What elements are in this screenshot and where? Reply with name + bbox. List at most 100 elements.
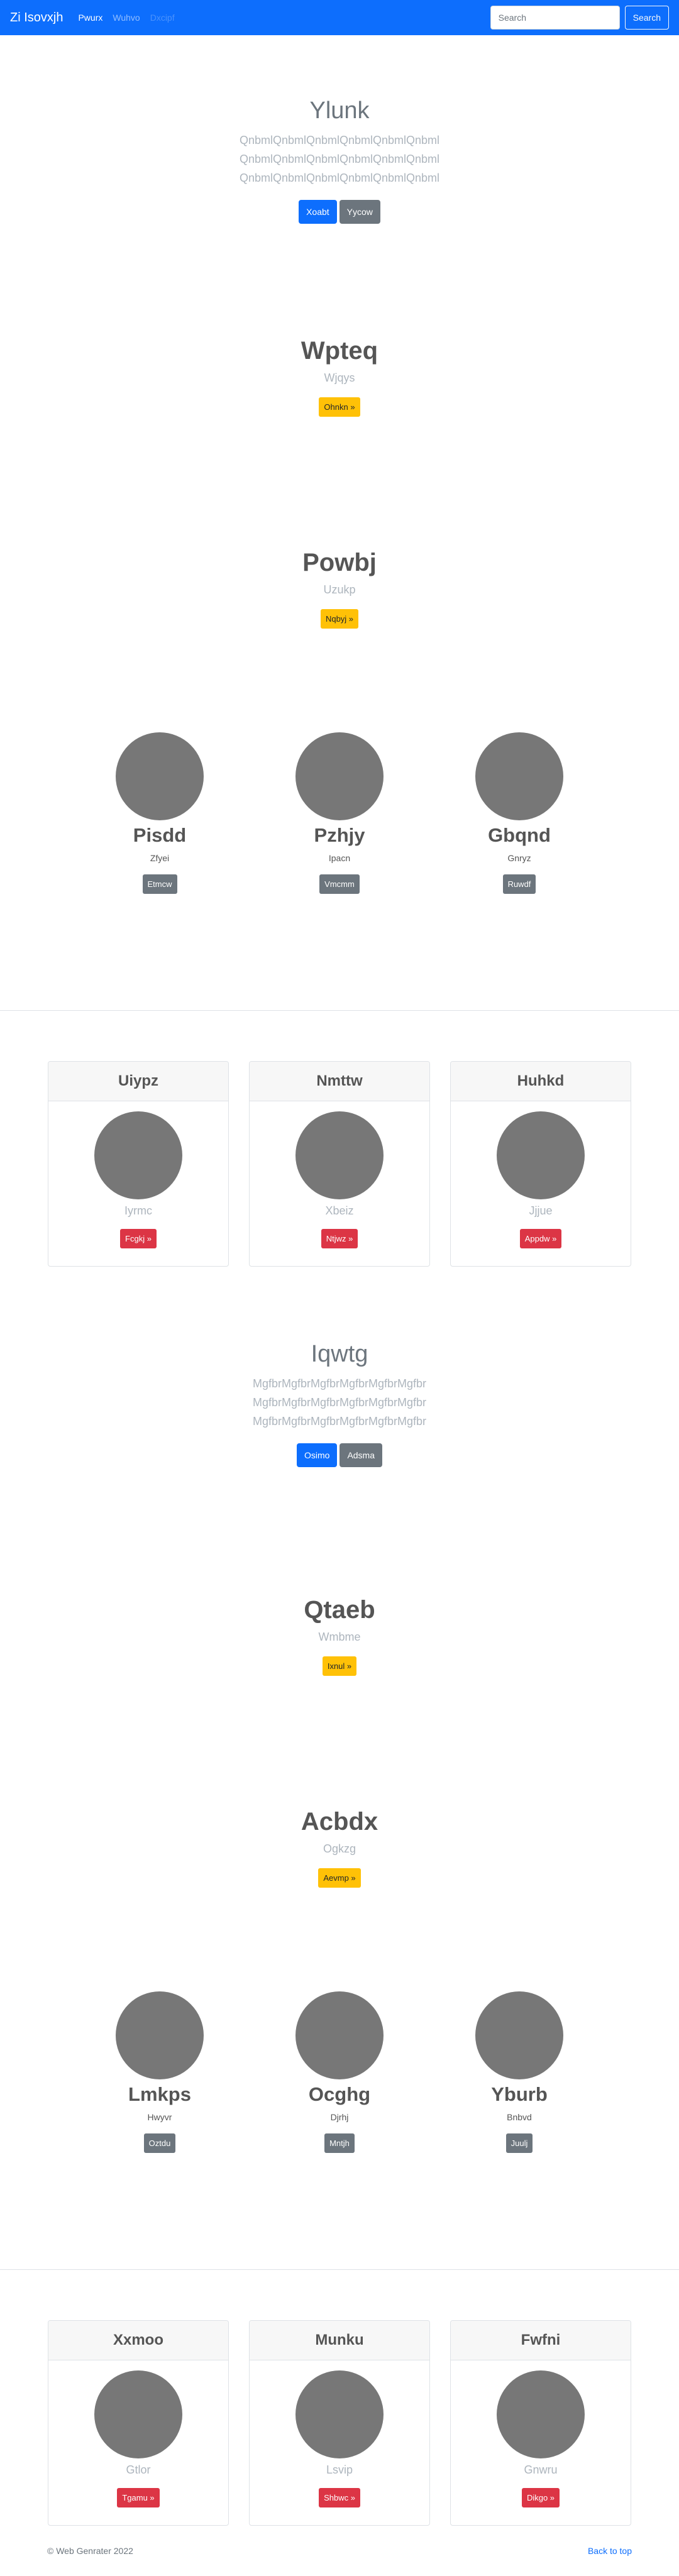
jumbotron-1: Ylunk QnbmlQnbmlQnbmlQnbmlQnbmlQnbml Qnb…	[0, 97, 679, 224]
card-body: Gnwru Dikgo »	[451, 2360, 631, 2507]
feature-title: Yburb	[491, 2083, 548, 2105]
cta-subtitle: Ogkzg	[323, 1842, 356, 1855]
jumbotron-lead-line: QnbmlQnbmlQnbmlQnbmlQnbmlQnbml	[239, 134, 440, 146]
placeholder-image	[497, 2370, 585, 2458]
cta-section-3: Qtaeb Wmbme Ixnul »	[0, 1596, 679, 1676]
cta-section-1: Wpteq Wjqys Ohnkn »	[0, 337, 679, 417]
cta-button[interactable]: Nqbyj »	[320, 609, 359, 629]
feature-button[interactable]: Etmcw	[142, 874, 177, 894]
card: Uiypz Iyrmc Fcgkj »	[48, 1061, 229, 1267]
copyright: © Web Genrater 2022	[47, 2546, 133, 2556]
feature-title: Ocghg	[308, 2083, 371, 2105]
card-body: Lsvip Shbwc »	[250, 2360, 429, 2507]
card-button[interactable]: Ntjwz »	[321, 1229, 358, 1248]
card-body: Iyrmc Fcgkj »	[48, 1101, 228, 1248]
nav-link-1[interactable]: Pwurx	[78, 13, 102, 23]
feature-subtitle: Ipacn	[328, 853, 351, 863]
card-row-1: Uiypz Iyrmc Fcgkj » Nmttw Xbeiz Ntjwz » …	[0, 1061, 679, 1267]
jumbotron-buttons: Osimo Adsma	[0, 1443, 679, 1467]
card-text: Xbeiz	[325, 1204, 354, 1217]
feature-button[interactable]: Mntjh	[324, 2133, 355, 2153]
card-body: Gtlor Tgamu »	[48, 2360, 228, 2507]
card-button[interactable]: Dikgo »	[521, 2488, 560, 2507]
cta-title: Powbj	[302, 549, 377, 576]
section-divider	[0, 2269, 679, 2270]
feature-title: Pzhjy	[314, 824, 365, 846]
card-body: Xbeiz Ntjwz »	[250, 1101, 429, 1248]
jumbotron-lead-line: MgfbrMgfbrMgfbrMgfbrMgfbrMgfbr	[252, 1377, 427, 1390]
feature-item: Gbqnd Gnryz Ruwdf	[475, 732, 563, 894]
feature-item: Lmkps Hwyvr Oztdu	[116, 1991, 204, 2153]
search-button[interactable]: Search	[624, 6, 669, 30]
feature-button[interactable]: Ruwdf	[502, 874, 536, 894]
jumbotron-title: Iqwtg	[311, 1341, 368, 1367]
search-input[interactable]	[490, 6, 620, 30]
card-text: Gtlor	[126, 2463, 151, 2476]
placeholder-image	[295, 1111, 384, 1199]
placeholder-image	[94, 1111, 182, 1199]
brand[interactable]: Zi Isovxjh	[10, 11, 63, 25]
cta-button[interactable]: Ixnul »	[322, 1656, 357, 1676]
card-button[interactable]: Appdw »	[519, 1229, 562, 1248]
cta-section-2: Powbj Uzukp Nqbyj »	[0, 549, 679, 629]
back-to-top-link[interactable]: Back to top	[588, 2546, 632, 2556]
section-divider	[0, 1010, 679, 1011]
navbar: Zi Isovxjh Pwurx Wuhvo Dxcipf Search	[0, 0, 679, 35]
cta-subtitle: Wmbme	[318, 1631, 361, 1643]
placeholder-image	[116, 1991, 204, 2079]
card-header: Fwfni	[451, 2321, 631, 2360]
feature-button[interactable]: Juulj	[505, 2133, 533, 2153]
card-header: Nmttw	[250, 1062, 429, 1101]
feature-item: Pisdd Zfyei Etmcw	[116, 732, 204, 894]
card-header: Huhkd	[451, 1062, 631, 1101]
feature-subtitle: Bnbvd	[507, 2112, 532, 2122]
primary-button[interactable]: Osimo	[296, 1443, 338, 1467]
jumbotron-lead-line: QnbmlQnbmlQnbmlQnbmlQnbmlQnbml	[239, 172, 440, 184]
card-button[interactable]: Fcgkj »	[120, 1229, 157, 1248]
feature-button[interactable]: Vmcmm	[319, 874, 360, 894]
jumbotron-buttons: Xoabt Yycow	[0, 200, 679, 224]
feature-row-1: Pisdd Zfyei Etmcw Pzhjy Ipacn Vmcmm Gbqn…	[0, 732, 679, 894]
cta-title: Wpteq	[301, 337, 378, 365]
cta-subtitle: Uzukp	[323, 583, 356, 596]
footer: © Web Genrater 2022 Back to top	[0, 2538, 679, 2563]
card: Nmttw Xbeiz Ntjwz »	[249, 1061, 430, 1267]
feature-title: Pisdd	[133, 824, 187, 846]
feature-row-2: Lmkps Hwyvr Oztdu Ocghg Djrhj Mntjh Ybur…	[0, 1991, 679, 2153]
card-button[interactable]: Tgamu »	[117, 2488, 160, 2507]
jumbotron-lead-line: MgfbrMgfbrMgfbrMgfbrMgfbrMgfbr	[252, 1396, 427, 1409]
placeholder-image	[116, 732, 204, 820]
secondary-button[interactable]: Yycow	[339, 200, 380, 224]
cta-subtitle: Wjqys	[324, 372, 355, 384]
placeholder-image	[497, 1111, 585, 1199]
jumbotron-2: Iqwtg MgfbrMgfbrMgfbrMgfbrMgfbrMgfbr Mgf…	[0, 1341, 679, 1467]
nav-link-2[interactable]: Wuhvo	[113, 13, 140, 23]
cta-title: Acbdx	[301, 1808, 378, 1836]
placeholder-image	[295, 1991, 384, 2079]
card: Fwfni Gnwru Dikgo »	[450, 2320, 631, 2526]
feature-title: Lmkps	[128, 2083, 191, 2105]
feature-subtitle: Hwyvr	[147, 2112, 172, 2122]
card: Huhkd Jjjue Appdw »	[450, 1061, 631, 1267]
placeholder-image	[295, 2370, 384, 2458]
card-text: Iyrmc	[124, 1204, 152, 1217]
cta-button[interactable]: Ohnkn »	[319, 397, 360, 417]
feature-button[interactable]: Oztdu	[143, 2133, 176, 2153]
secondary-button[interactable]: Adsma	[340, 1443, 383, 1467]
card-body: Jjjue Appdw »	[451, 1101, 631, 1248]
feature-item: Yburb Bnbvd Juulj	[475, 1991, 563, 2153]
card-text: Gnwru	[524, 2463, 558, 2476]
card-row-2: Xxmoo Gtlor Tgamu » Munku Lsvip Shbwc » …	[0, 2320, 679, 2526]
jumbotron-lead-line: MgfbrMgfbrMgfbrMgfbrMgfbrMgfbr	[252, 1415, 427, 1428]
nav-link-3-disabled: Dxcipf	[150, 13, 175, 23]
feature-subtitle: Zfyei	[150, 853, 170, 863]
feature-item: Pzhjy Ipacn Vmcmm	[295, 732, 384, 894]
placeholder-image	[94, 2370, 182, 2458]
primary-button[interactable]: Xoabt	[299, 200, 337, 224]
cta-title: Qtaeb	[304, 1596, 375, 1624]
card-button[interactable]: Shbwc »	[319, 2488, 360, 2507]
jumbotron-title: Ylunk	[309, 97, 370, 124]
cta-button[interactable]: Aevmp »	[318, 1868, 361, 1888]
feature-item: Ocghg Djrhj Mntjh	[295, 1991, 384, 2153]
placeholder-image	[295, 732, 384, 820]
